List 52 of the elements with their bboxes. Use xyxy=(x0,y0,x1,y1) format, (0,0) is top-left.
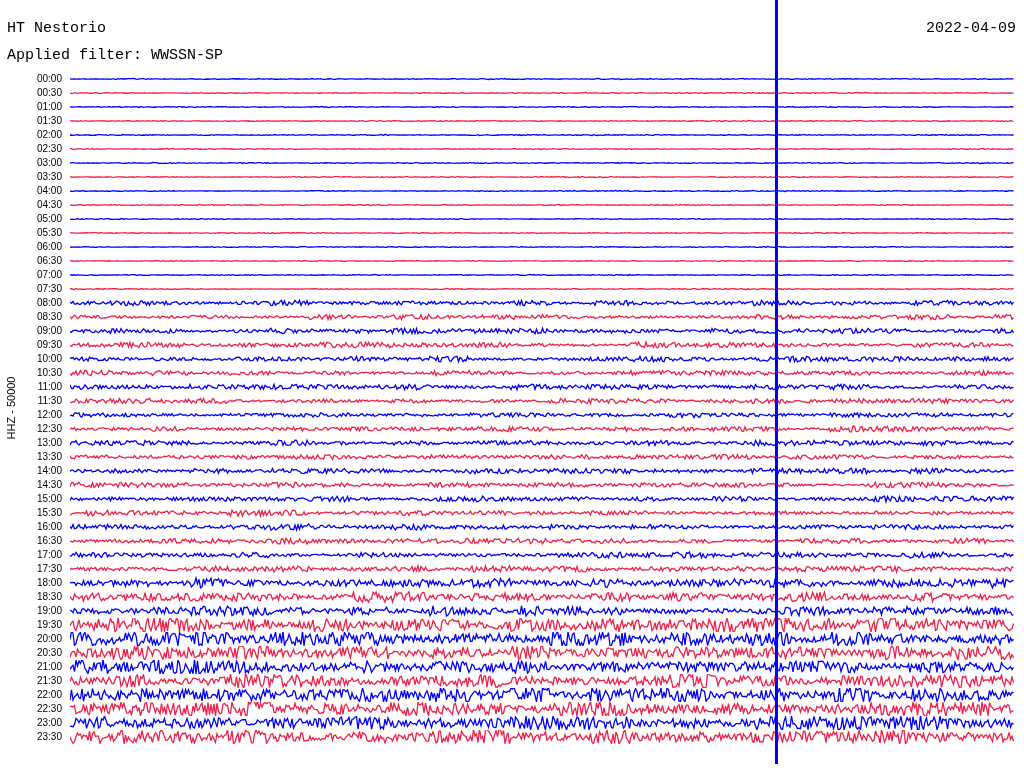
time-label: 05:00 xyxy=(35,212,63,226)
time-label: 04:00 xyxy=(35,184,63,198)
axis-title: HHZ - 50000 xyxy=(5,376,17,440)
time-label: 07:30 xyxy=(35,282,63,296)
time-label: 21:00 xyxy=(35,660,63,674)
time-label: 19:00 xyxy=(35,604,63,618)
time-label: 02:30 xyxy=(35,142,63,156)
time-label: 22:00 xyxy=(35,688,63,702)
time-label: 20:30 xyxy=(35,646,63,660)
time-label: 15:30 xyxy=(35,506,63,520)
time-label: 01:00 xyxy=(35,100,63,114)
time-label: 03:30 xyxy=(35,170,63,184)
time-label: 18:30 xyxy=(35,590,63,604)
time-label: 23:00 xyxy=(35,716,63,730)
time-label: 18:00 xyxy=(35,576,63,590)
time-label: 06:30 xyxy=(35,254,63,268)
time-label: 16:30 xyxy=(35,534,63,548)
time-label: 00:30 xyxy=(35,86,63,100)
time-label: 08:00 xyxy=(35,296,63,310)
filter-label: Applied filter: WWSSN-SP xyxy=(7,47,224,64)
time-label: 10:00 xyxy=(35,352,63,366)
time-label: 13:00 xyxy=(35,436,63,450)
time-label: 16:00 xyxy=(35,520,63,534)
time-label: 09:00 xyxy=(35,324,63,338)
time-label: 17:00 xyxy=(35,548,63,562)
time-label: 21:30 xyxy=(35,674,63,688)
time-label: 23:30 xyxy=(35,730,63,744)
time-label: 10:30 xyxy=(35,366,63,380)
time-label: 03:00 xyxy=(35,156,63,170)
time-label: 02:00 xyxy=(35,128,63,142)
time-label: 01:30 xyxy=(35,114,63,128)
time-label: 07:00 xyxy=(35,268,63,282)
time-label: 09:30 xyxy=(35,338,63,352)
time-label: 12:30 xyxy=(35,422,63,436)
time-label: 11:00 xyxy=(36,380,63,394)
time-label: 14:30 xyxy=(35,478,63,492)
time-label: 19:30 xyxy=(35,618,63,632)
time-label: 12:00 xyxy=(35,408,63,422)
time-label: 04:30 xyxy=(35,198,63,212)
time-label: 06:00 xyxy=(35,240,63,254)
time-label: 20:00 xyxy=(35,632,63,646)
station-title: HT Nestorio xyxy=(7,20,107,37)
time-label: 08:30 xyxy=(35,310,63,324)
time-label: 22:30 xyxy=(35,702,63,716)
time-label: 15:00 xyxy=(35,492,63,506)
time-label: 13:30 xyxy=(35,450,63,464)
time-label: 05:30 xyxy=(35,226,63,240)
date-label: 2022-04-09 xyxy=(926,20,1016,37)
time-label: 17:30 xyxy=(35,562,63,576)
time-label: 14:00 xyxy=(35,464,63,478)
time-label: 11:30 xyxy=(36,394,63,408)
time-label: 00:00 xyxy=(35,72,63,86)
